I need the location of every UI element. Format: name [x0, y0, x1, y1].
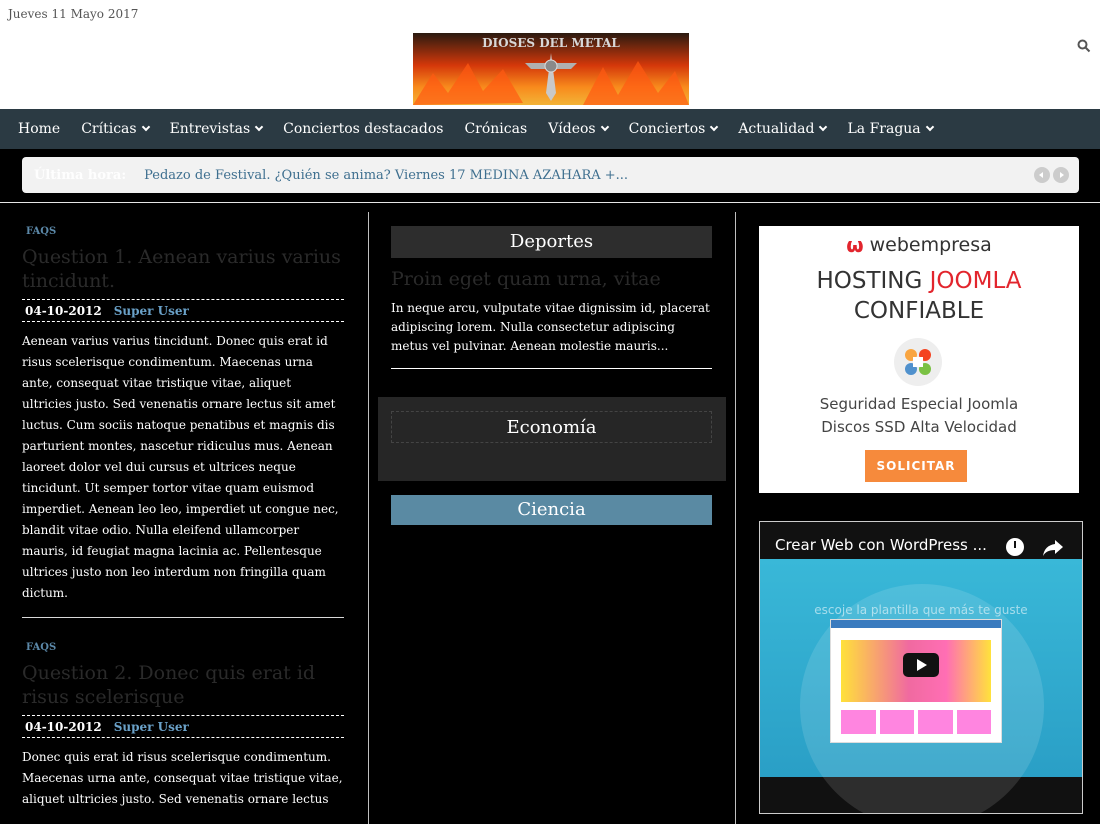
ad-features: Seguridad Especial Joomla Discos SSD Alt…	[759, 393, 1079, 439]
youtube-video-embed[interactable]: Crear Web con WordPress ... escoje la pl…	[759, 521, 1083, 814]
nav-conciertos-destacados[interactable]: Conciertos destacados	[283, 121, 443, 137]
nav-label: Entrevistas	[169, 121, 251, 137]
ticker-controls	[1034, 167, 1069, 183]
chevron-down-icon	[710, 122, 719, 132]
nav-conciertos[interactable]: Conciertos	[628, 121, 719, 137]
section-economia: Economía	[378, 397, 726, 481]
article-date: 04-10-2012	[25, 303, 102, 318]
news-ticker: Última hora: Pedazo de Festival. ¿Quién …	[22, 157, 1079, 193]
ad-brand: ѡ webempresa	[759, 233, 1079, 257]
video-title[interactable]: Crear Web con WordPress ...	[775, 536, 987, 554]
left-column: FAQS Question 1. Aenean varius varius ti…	[22, 226, 344, 810]
section-deportes-heading[interactable]: Deportes	[391, 226, 712, 258]
ad-feature-2: Discos SSD Alta Velocidad	[821, 418, 1017, 436]
article-author[interactable]: Super User	[114, 720, 189, 734]
deportes-article-body: In neque arcu, vulputate vitae dignissim…	[391, 301, 710, 353]
search-icon[interactable]	[1077, 38, 1093, 54]
chevron-down-icon	[254, 122, 264, 132]
nav-label: Críticas	[81, 121, 137, 137]
nav-videos[interactable]: Vídeos	[548, 121, 609, 137]
nav-label: Vídeos	[548, 121, 596, 137]
article-author[interactable]: Super User	[114, 304, 189, 318]
main-nav: Home Críticas Entrevistas Conciertos des…	[0, 109, 1100, 149]
ad-headline-3: CONFIABLE	[853, 298, 985, 324]
site-header: Jueves 11 Mayo 2017 DIOSES DEL METAL	[0, 0, 1100, 109]
column-divider	[735, 212, 736, 824]
ad-headline: HOSTING JOOMLA CONFIABLE	[759, 266, 1079, 326]
article: FAQS Question 2. Donec quis erat id risu…	[22, 642, 344, 810]
nav-cronicas[interactable]: Crónicas	[464, 121, 527, 137]
nav-la-fragua[interactable]: La Fragua	[847, 121, 934, 137]
nav-home[interactable]: Home	[18, 121, 60, 137]
ticker-next-icon[interactable]	[1053, 167, 1069, 183]
article-category[interactable]: FAQS	[26, 642, 344, 653]
nav-label: Crónicas	[464, 121, 528, 137]
chevron-down-icon	[925, 122, 934, 132]
nav-criticas[interactable]: Críticas	[81, 121, 150, 137]
article-body: Donec quis erat id risus scelerisque con…	[22, 750, 343, 806]
share-icon[interactable]	[1043, 540, 1063, 560]
article: FAQS Question 1. Aenean varius varius ti…	[22, 226, 344, 618]
solicitar-button[interactable]: SOLICITAR	[865, 450, 967, 482]
nav-label: La Fragua	[847, 121, 921, 137]
ad-headline-2: JOOMLA	[929, 268, 1022, 294]
chevron-down-icon	[819, 122, 828, 132]
section-ciencia-heading[interactable]: Ciencia	[391, 495, 712, 525]
nav-label: Conciertos	[628, 121, 706, 137]
ad-feature-1: Seguridad Especial Joomla	[819, 395, 1019, 413]
article-category[interactable]: FAQS	[26, 226, 344, 237]
ticker-link[interactable]: Pedazo de Festival. ¿Quién se anima? Vie…	[144, 168, 628, 183]
article-date: 04-10-2012	[25, 719, 102, 734]
nav-label: Actualidad	[738, 121, 815, 137]
thumbnail-caption: escoje la plantilla que más te guste	[814, 603, 1028, 617]
chevron-down-icon	[141, 122, 150, 132]
article-meta: 04-10-2012 Super User	[22, 715, 344, 738]
ad-headline-1: HOSTING	[816, 268, 923, 294]
nav-entrevistas[interactable]: Entrevistas	[169, 121, 264, 137]
watch-later-icon[interactable]	[1006, 538, 1024, 556]
video-thumbnail[interactable]: escoje la plantilla que más te guste	[760, 559, 1082, 813]
article-title[interactable]: Question 2. Donec quis erat id risus sce…	[22, 661, 344, 709]
nav-label: Home	[18, 121, 61, 137]
ad-brand-name: webempresa	[869, 234, 992, 256]
nav-label: Conciertos destacados	[283, 121, 444, 137]
middle-column: Deportes Proin eget quam urna, vitae In …	[378, 212, 726, 525]
section-economia-heading[interactable]: Economía	[391, 411, 712, 443]
ticker-label: Última hora:	[34, 167, 127, 183]
site-logo[interactable]: DIOSES DEL METAL	[413, 33, 689, 105]
header-date: Jueves 11 Mayo 2017	[8, 7, 139, 21]
deportes-divider	[391, 368, 712, 369]
joomla-logo-icon	[894, 338, 942, 386]
column-divider	[368, 212, 369, 824]
thumbnail-screen	[830, 619, 1002, 743]
deportes-article-title[interactable]: Proin eget quam urna, vitae	[391, 268, 726, 290]
section-divider	[0, 202, 1100, 203]
ticker-prev-icon[interactable]	[1034, 167, 1050, 183]
article-title[interactable]: Question 1. Aenean varius varius tincidu…	[22, 245, 344, 293]
play-icon[interactable]	[903, 653, 939, 677]
article-meta: 04-10-2012 Super User	[22, 299, 344, 322]
hosting-ad-banner[interactable]: ѡ webempresa HOSTING JOOMLA CONFIABLE Se…	[759, 226, 1079, 493]
chevron-down-icon	[600, 122, 609, 132]
nav-actualidad[interactable]: Actualidad	[738, 121, 828, 137]
webempresa-logo-icon: ѡ	[846, 233, 864, 257]
article-divider	[22, 617, 344, 618]
logo-text: DIOSES DEL METAL	[482, 36, 620, 50]
article-body: Aenean varius varius tincidunt. Donec qu…	[22, 334, 339, 600]
